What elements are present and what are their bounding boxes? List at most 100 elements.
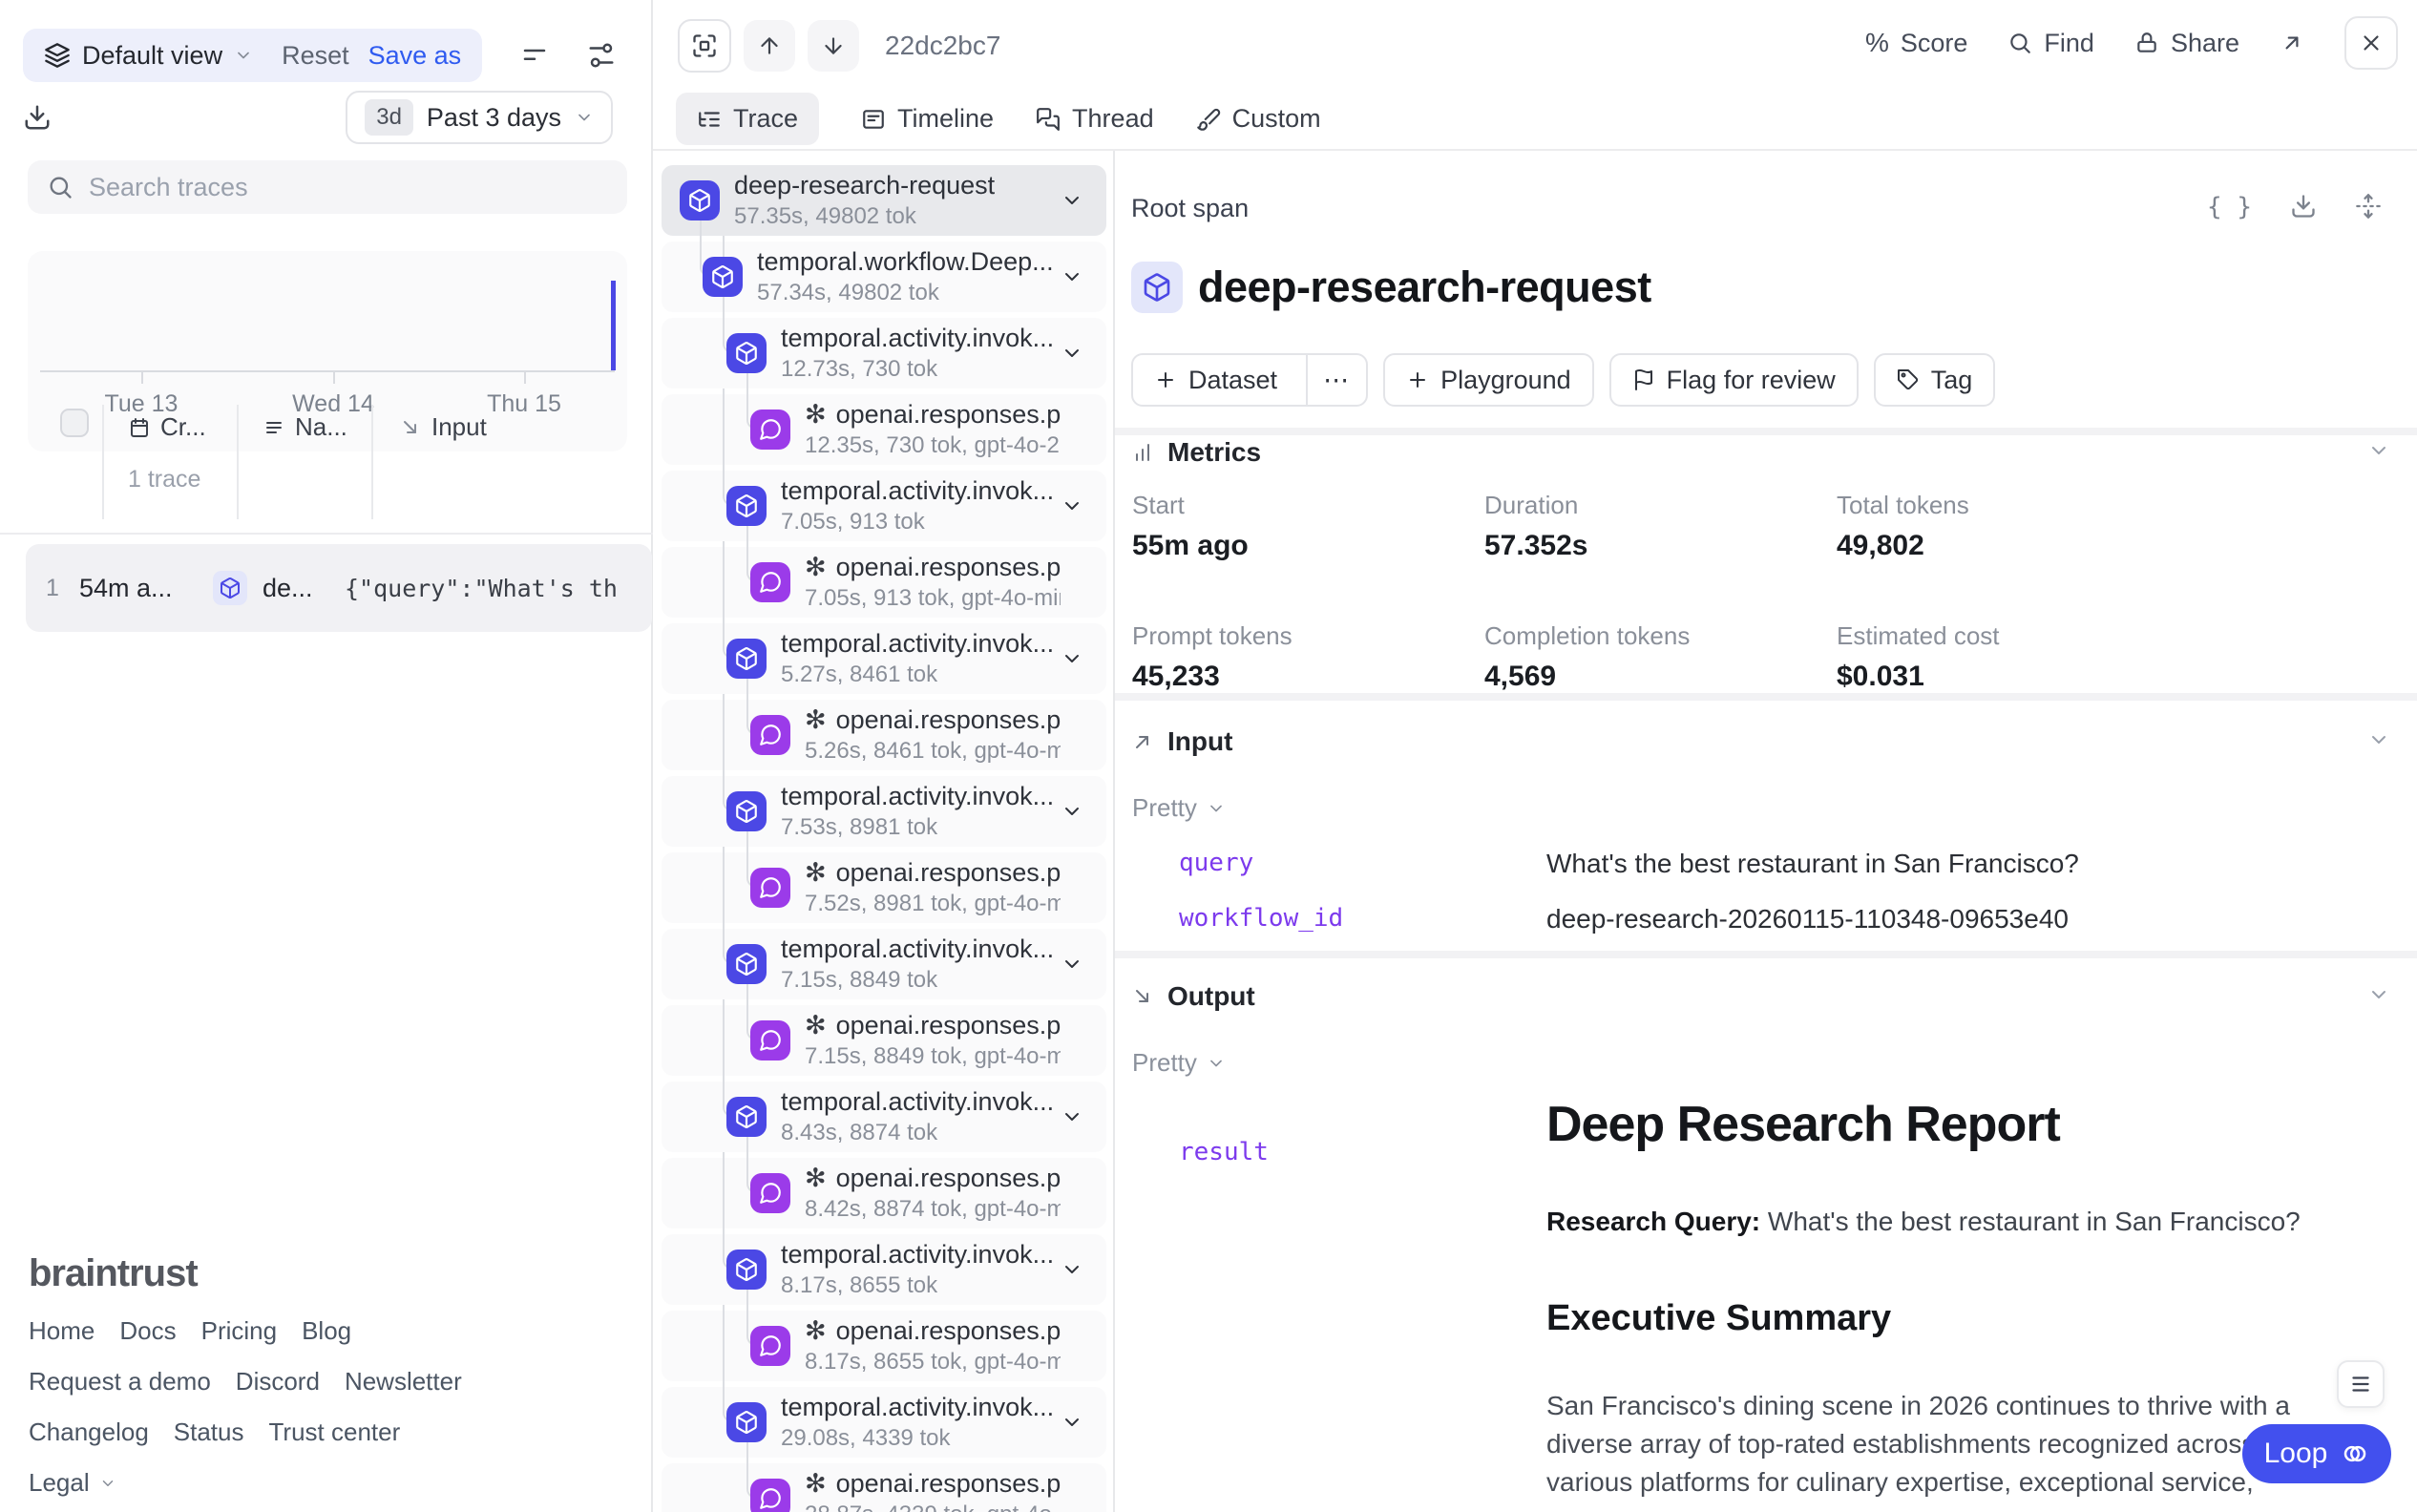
column-name-label: Na... [295, 412, 347, 442]
span-meta: 57.34s, 49802 tok [757, 280, 1061, 306]
chevron-down-icon[interactable] [1061, 953, 1083, 976]
outline-menu-button[interactable] [2337, 1360, 2385, 1408]
section-divider[interactable] [1115, 951, 2417, 958]
column-input[interactable]: Input [399, 412, 487, 442]
sidebar: Default view Reset Save as 3d Past 3 day… [0, 0, 653, 1512]
footer-link[interactable]: Pricing [201, 1316, 277, 1346]
span-meta: 12.73s, 730 tok [781, 356, 1061, 383]
span-row[interactable]: ✻temporal.activity.invok... 12.73s, 730 … [662, 318, 1106, 388]
output-format-dropdown[interactable]: Pretty [1132, 1048, 1226, 1078]
reset-button[interactable]: Reset [282, 41, 349, 71]
chevron-down-icon[interactable] [1061, 494, 1083, 517]
footer-link[interactable]: Discord [236, 1367, 320, 1396]
chevron-down-icon[interactable] [1061, 265, 1083, 288]
date-range-label: Past 3 days [427, 103, 561, 133]
span-text: ✻openai.responses.p... 7.05s, 913 tok, g… [805, 553, 1061, 612]
span-name: temporal.activity.invok... [781, 782, 1054, 811]
dataset-button[interactable]: Dataset [1133, 355, 1294, 405]
playground-button[interactable]: Playground [1383, 353, 1594, 407]
view-dropdown[interactable]: Default view [44, 41, 253, 71]
span-text: ✻temporal.activity.invok... 7.53s, 8981 … [781, 782, 1061, 841]
footer-link[interactable]: Home [29, 1316, 95, 1346]
column-divider[interactable] [102, 405, 104, 519]
input-format-dropdown[interactable]: Pretty [1132, 793, 1226, 823]
close-button[interactable] [2344, 16, 2398, 70]
output-section-header[interactable]: Output [1131, 981, 1255, 1012]
footer-link[interactable]: Trust center [269, 1418, 401, 1447]
cube-icon [1131, 262, 1183, 313]
footer-link[interactable]: Changelog [29, 1418, 149, 1447]
metrics-section-header[interactable]: Metrics [1131, 437, 1261, 468]
unfold-icon[interactable] [2355, 193, 2382, 221]
date-range-dropdown[interactable]: 3d Past 3 days [346, 91, 613, 144]
footer-link[interactable]: Docs [119, 1316, 176, 1346]
share-button[interactable]: Share [2134, 29, 2239, 58]
chevron-down-icon[interactable] [1061, 800, 1083, 823]
chevron-down-icon[interactable] [1061, 647, 1083, 670]
save-as-button[interactable]: Save as [368, 41, 462, 71]
braces-icon[interactable]: { } [2207, 193, 2252, 221]
prev-span-button[interactable] [744, 20, 795, 72]
section-divider[interactable] [1115, 428, 2417, 435]
find-button[interactable]: Find [2007, 29, 2094, 58]
score-button[interactable]: % Score [1865, 28, 1967, 58]
select-all-checkbox[interactable] [60, 409, 89, 437]
trace-row[interactable]: 1 54m a... de... {"query":"What's th [26, 544, 652, 632]
span-row[interactable]: ✻temporal.activity.invok... 5.27s, 8461 … [662, 623, 1106, 694]
chart-tick [524, 372, 526, 384]
input-title: Input [1167, 726, 1232, 757]
search-input[interactable] [89, 173, 608, 202]
span-row[interactable]: ✻temporal.activity.invok... 8.43s, 8874 … [662, 1082, 1106, 1152]
footer-link[interactable]: Status [174, 1418, 244, 1447]
column-created[interactable]: Cr... [128, 412, 206, 442]
sliders-icon[interactable] [587, 41, 616, 70]
span-row[interactable]: ✻temporal.activity.invok... 29.08s, 4339… [662, 1387, 1106, 1458]
span-meta: 12.35s, 730 tok, gpt-4o-2... [805, 432, 1061, 459]
chevron-down-icon[interactable] [1061, 1258, 1083, 1281]
column-name[interactable]: Na... [263, 412, 347, 442]
span-name: temporal.activity.invok... [781, 1393, 1054, 1422]
tab-thread[interactable]: Thread [1036, 93, 1154, 145]
chevron-down-icon[interactable] [1061, 1411, 1083, 1434]
footer-legal-dropdown[interactable]: Legal [29, 1468, 462, 1498]
span-meta: 29.08s, 4339 tok [781, 1425, 1061, 1452]
span-meta: 8.43s, 8874 tok [781, 1120, 1061, 1146]
span-text: ✻temporal.activity.invok... 29.08s, 4339… [781, 1393, 1061, 1452]
flag-for-review-button[interactable]: Flag for review [1609, 353, 1859, 407]
span-row[interactable]: ✻temporal.activity.invok... 7.53s, 8981 … [662, 776, 1106, 847]
chevron-down-icon[interactable] [1061, 1105, 1083, 1128]
tab-trace[interactable]: Trace [676, 93, 819, 145]
footer-link[interactable]: Request a demo [29, 1367, 211, 1396]
column-divider[interactable] [371, 405, 373, 519]
arrow-up-icon [757, 33, 782, 58]
dataset-more-button[interactable]: ⋯ [1306, 355, 1366, 405]
download-icon[interactable] [23, 103, 52, 132]
next-span-button[interactable] [808, 20, 859, 72]
chevron-down-icon[interactable] [1061, 342, 1083, 365]
filter-icon[interactable] [520, 41, 549, 70]
input-section-header[interactable]: Input [1131, 726, 1232, 757]
focus-span-button[interactable] [678, 19, 731, 73]
tab-custom[interactable]: Custom [1196, 93, 1321, 145]
span-row[interactable]: ✻openai.responses.p... 28.87s, 4339 tok,… [662, 1463, 1106, 1512]
span-row[interactable]: ✻temporal.activity.invok... 8.17s, 8655 … [662, 1234, 1106, 1305]
section-divider[interactable] [1115, 693, 2417, 701]
tag-button[interactable]: Tag [1874, 353, 1996, 407]
chevron-down-icon[interactable] [1061, 189, 1083, 212]
report-query-value: What's the best restaurant in San Franci… [1768, 1207, 2301, 1236]
span-type-icon [750, 715, 790, 755]
footer-link[interactable]: Blog [302, 1316, 351, 1346]
chevron-down-icon[interactable] [2367, 728, 2390, 751]
tab-timeline[interactable]: Timeline [861, 93, 994, 145]
external-link-icon[interactable] [2280, 31, 2304, 55]
span-row[interactable]: ✻temporal.activity.invok... 7.05s, 913 t… [662, 471, 1106, 541]
braintrust-logo[interactable]: braintrust [29, 1252, 462, 1295]
column-divider[interactable] [237, 405, 239, 519]
download-icon[interactable] [2290, 193, 2317, 221]
footer-link[interactable]: Newsletter [345, 1367, 462, 1396]
loop-button[interactable]: Loop [2242, 1424, 2391, 1483]
chevron-down-icon[interactable] [2367, 439, 2390, 462]
span-row[interactable]: ✻temporal.activity.invok... 7.15s, 8849 … [662, 929, 1106, 999]
span-row[interactable]: ✻deep-research-request 57.35s, 49802 tok [662, 165, 1106, 236]
chevron-down-icon[interactable] [2367, 983, 2390, 1006]
